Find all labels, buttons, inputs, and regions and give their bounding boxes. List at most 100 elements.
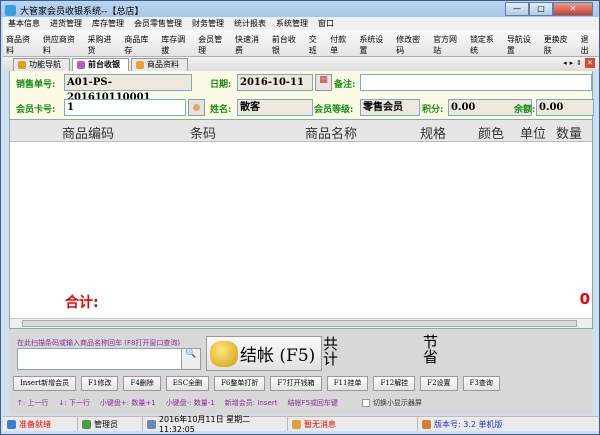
toolbar-button-supplier[interactable]: 供应商资料 [40, 30, 85, 56]
search-icon[interactable]: 🔍 [181, 348, 201, 370]
shortcut-button[interactable]: F12解挂 [373, 376, 416, 391]
save-label: 节省 [423, 333, 439, 366]
window-title: 大管家会员收银系统--【总店】 [20, 6, 144, 17]
col-color[interactable]: 颜色 [478, 123, 504, 142]
clock-icon [147, 419, 156, 429]
toggle-label: 切换小显示器屏 [372, 399, 422, 407]
toolbar-button-inventory[interactable]: 商品库存 [121, 30, 158, 56]
toolbar-label: 更换皮肤 [543, 35, 568, 55]
toolbar-button-nav-settings[interactable]: 导航设置 [504, 30, 541, 56]
shortcut-button[interactable]: F11挂单 [326, 376, 369, 391]
col-quantity[interactable]: 数量 [556, 123, 582, 142]
shortcut-tip: 新增会员: Insert [224, 399, 278, 407]
calendar-icon[interactable]: ▦ [315, 74, 332, 91]
shortcut-button[interactable]: F7打开钱箱 [270, 376, 322, 391]
toolbar-label: 商品资料 [6, 35, 30, 55]
level-field: 零售会员 [360, 99, 420, 116]
checkout-button[interactable]: 结帐 (F5) [206, 336, 322, 371]
status-ready: 准备就绪 [19, 419, 51, 429]
toolbar-button-settings[interactable]: 系统设置 [356, 30, 393, 56]
checkbox[interactable] [361, 399, 370, 407]
toggle-small-display[interactable]: 切换小显示器屏 [361, 398, 422, 408]
close-button[interactable]: ✕ [553, 2, 593, 16]
toolbar-label: 修改密码 [396, 35, 421, 55]
shortcut-tip: 结帐F5或回车键 [287, 399, 338, 407]
toolbar-button-product[interactable]: 商品资料 [3, 30, 40, 56]
toolbar-label: 导航设置 [506, 35, 531, 55]
horizontal-scrollbar[interactable] [10, 318, 592, 328]
tab-2[interactable]: 商品资料 [131, 58, 188, 71]
toolbar-label: 官方网站 [433, 35, 458, 55]
toolbar-button-member[interactable]: 会员管理 [195, 30, 232, 56]
menu-item[interactable]: 财务管理 [187, 17, 229, 30]
note-label: 备注: [334, 80, 356, 90]
menu-item[interactable]: 窗口 [313, 17, 339, 30]
menu-item[interactable]: 系统管理 [271, 17, 313, 30]
minimize-button[interactable]: — [505, 2, 529, 16]
toolbar-button-shift[interactable]: 交班 [306, 30, 327, 56]
status-user: 管理员 [94, 419, 118, 429]
scrollbar-thumb[interactable] [22, 320, 577, 327]
shortcut-button[interactable]: ESC全删 [165, 376, 210, 391]
order-form: 销售单号: A01-PS-201610110001 日期: 2016-10-11… [9, 71, 594, 119]
toolbar-label: 库存调拔 [161, 35, 186, 55]
tab-prev-button[interactable]: ◂ [563, 59, 567, 67]
toolbar-button-lock[interactable]: 锁定系统 [467, 30, 504, 56]
toolbar-button-purchase[interactable]: 采购进货 [84, 30, 121, 56]
menu-item[interactable]: 会员零售管理 [129, 17, 187, 30]
shortcut-button[interactable]: F6整单打折 [214, 376, 266, 391]
shortcut-button[interactable]: F4删除 [123, 376, 161, 391]
shortcut-button[interactable]: F3查询 [462, 376, 500, 391]
note-field[interactable] [360, 74, 592, 91]
maximize-button[interactable]: □ [529, 2, 553, 16]
checkout-label: 结帐 (F5) [240, 346, 316, 366]
toolbar: 商品资料 供应商资料 采购进货 商品库存 库存调拔 会员管理 快速消费 前台收银 交班 付款单 系统… [3, 30, 599, 57]
tab-icon [136, 61, 144, 69]
tab-close-button[interactable]: ✕ [585, 58, 595, 68]
toolbar-label: 快速消费 [234, 35, 259, 55]
version-icon [422, 419, 431, 429]
status-message: 暂无消息 [304, 419, 336, 429]
col-barcode[interactable]: 条码 [190, 123, 216, 142]
app-window: 大管家会员收银系统--【总店】 — □ ✕ 基本信息 进货管理 库存管理 会员零售管理… [0, 0, 600, 435]
toolbar-button-ie[interactable]: 官方网站 [430, 30, 467, 56]
toolbar-button-exit[interactable]: 退出 [578, 30, 599, 56]
toolbar-button-key[interactable]: 修改密码 [393, 30, 430, 56]
toolbar-button-cashier[interactable]: 前台收银 [269, 30, 306, 56]
title-bar: 大管家会员收银系统--【总店】 [5, 3, 144, 17]
tab-pin-button[interactable]: ⇕ [576, 59, 582, 67]
balance-field: 0.00 [536, 99, 594, 116]
toolbar-button-payment[interactable]: 付款单 [327, 30, 356, 56]
toolbar-label: 会员管理 [198, 35, 223, 55]
col-spec[interactable]: 规格 [420, 123, 446, 142]
tab-1[interactable]: 前台收银 [72, 58, 129, 71]
col-product-name[interactable]: 商品名称 [305, 123, 357, 142]
product-grid[interactable]: 商品编码 条码 商品名称 规格 颜色 单位 数量 合计: 0 [9, 119, 593, 329]
col-product-code[interactable]: 商品编码 [62, 123, 114, 142]
total-value: 0 [579, 290, 590, 308]
shortcut-tip: ↓: 下一行 [58, 399, 90, 407]
message-icon [292, 419, 301, 429]
toolbar-button-transfer[interactable]: 库存调拔 [158, 30, 195, 56]
order-no-field[interactable]: A01-PS-201610110001 [64, 74, 192, 103]
menu-item[interactable]: 统计报表 [229, 17, 271, 30]
checkout-panel: 在此扫描条码或输入商品名称回车 (F8打开窗口查询) 🔍 结帐 (F5) 共计 … [9, 329, 593, 415]
menu-item[interactable]: 基本信息 [3, 17, 45, 30]
member-search-icon[interactable] [188, 99, 205, 116]
toolbar-button-quick-consume[interactable]: 快速消费 [232, 30, 269, 56]
shortcut-button[interactable]: Insert新增会员 [13, 376, 77, 391]
name-label: 姓名: [210, 105, 232, 115]
date-field[interactable]: 2016-10-11 [237, 74, 313, 91]
card-field[interactable]: 1 [64, 99, 186, 116]
toolbar-label: 付款单 [330, 35, 347, 55]
shortcut-button[interactable]: F1修改 [81, 376, 119, 391]
col-unit[interactable]: 单位 [520, 123, 546, 142]
tab-next-button[interactable]: ▸ [570, 59, 574, 67]
menu-item[interactable]: 库存管理 [87, 17, 129, 30]
toolbar-button-skin[interactable]: 更换皮肤 [541, 30, 578, 56]
shortcut-button[interactable]: F2设置 [420, 376, 458, 391]
tab-label: 商品资料 [147, 60, 179, 69]
menu-item[interactable]: 进货管理 [45, 17, 87, 30]
scan-input[interactable] [17, 348, 187, 370]
tab-0[interactable]: 功能导航 [13, 58, 70, 71]
